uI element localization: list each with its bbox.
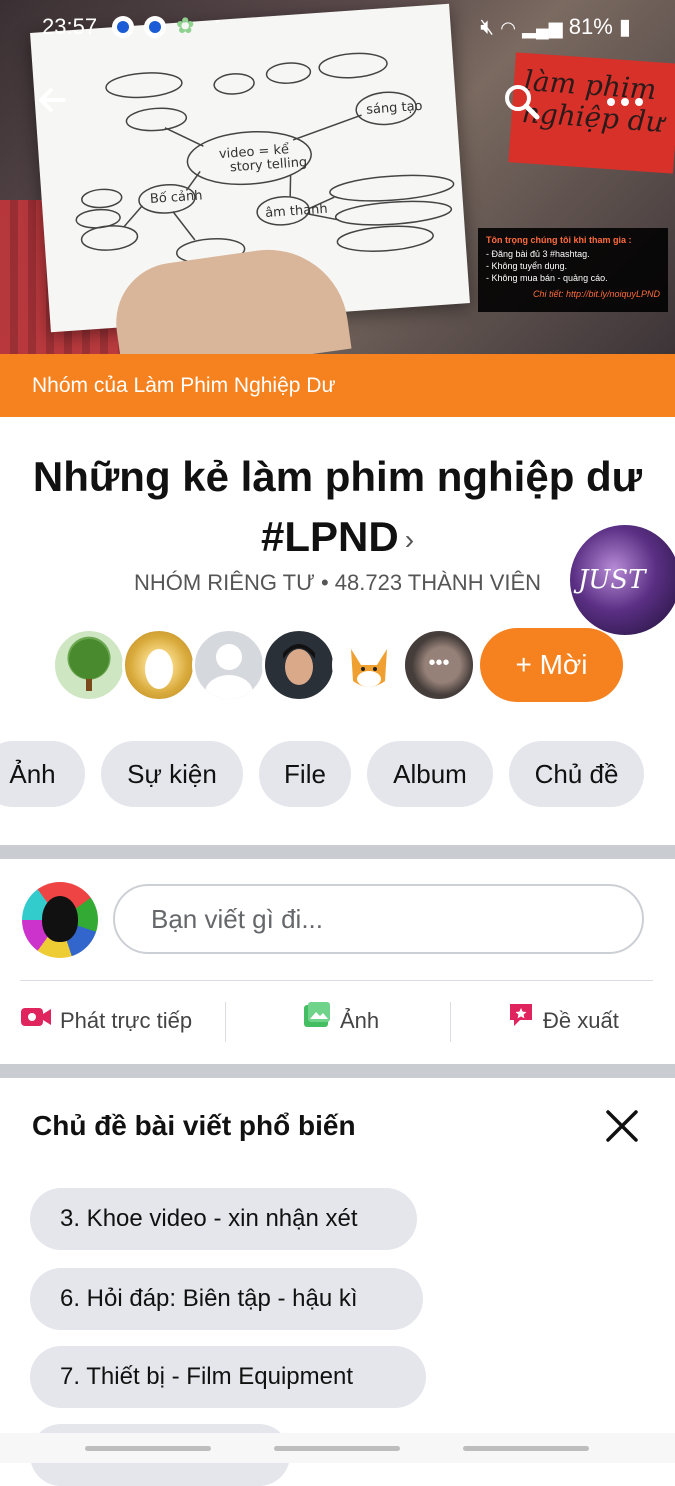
home-button[interactable] xyxy=(274,1446,400,1451)
notification-icon xyxy=(144,16,166,38)
svg-text:âm thanh: âm thanh xyxy=(265,202,328,221)
notice-line: - Không mua bán - quảng cáo. xyxy=(486,273,608,283)
suggest-label: Đề xuất xyxy=(543,1008,619,1033)
more-members-icon: ••• xyxy=(405,631,473,699)
divider xyxy=(450,1002,451,1042)
profile-avatar[interactable]: JUST xyxy=(570,525,675,635)
member-avatar[interactable] xyxy=(332,628,406,702)
back-button[interactable] xyxy=(463,1446,589,1451)
notice-title: Tôn trọng chúng tôi khi tham gia : xyxy=(486,235,632,245)
cover-rules-notice: Tôn trọng chúng tôi khi tham gia : - Đăn… xyxy=(478,228,668,312)
group-banner: Nhóm của Làm Phim Nghiệp Dư xyxy=(0,354,675,417)
tab-files[interactable]: File xyxy=(259,741,351,807)
search-icon[interactable] xyxy=(500,82,544,122)
notification-icon xyxy=(112,16,134,38)
avatar-text: JUST xyxy=(578,565,646,595)
status-right: 🔇︎ ◠ ▂▄▆ 81% ▮ xyxy=(480,14,631,40)
notice-line: - Không tuyển dụng. xyxy=(486,261,568,271)
photo-icon xyxy=(302,999,332,1045)
live-video-button[interactable]: Phát trực tiếp xyxy=(20,998,192,1044)
notice-link: Chi tiết: http://bit.ly/noiquyLPND xyxy=(532,289,660,299)
post-composer-input[interactable]: Bạn viết gì đi... xyxy=(113,884,644,954)
close-icon[interactable] xyxy=(600,1106,644,1150)
system-nav-bar xyxy=(0,1433,675,1463)
group-title-line2: #LPND xyxy=(260,513,399,560)
tab-photos[interactable]: Ảnh xyxy=(0,741,85,807)
back-arrow-icon[interactable] xyxy=(30,82,74,122)
status-bar: 23:57 ✿ · 🔇︎ ◠ ▂▄▆ 81% ▮ xyxy=(0,0,675,54)
group-tabs: Ảnh Sự kiện File Album Chủ đề xyxy=(0,741,675,807)
battery-level: 81% xyxy=(568,14,613,39)
suggest-icon xyxy=(507,999,535,1045)
topics-heading: Chủ đề bài viết phổ biến xyxy=(32,1110,356,1141)
tab-topics[interactable]: Chủ đề xyxy=(509,741,644,807)
group-title[interactable]: Những kẻ làm phim nghiệp dư #LPND › xyxy=(0,447,675,570)
svg-text:sáng tạo: sáng tạo xyxy=(366,99,423,118)
svg-text:Bố cảnh: Bố cảnh xyxy=(149,188,203,207)
gallery-icon: ✿ xyxy=(176,13,195,38)
member-avatar[interactable]: ••• xyxy=(402,628,476,702)
mute-icon: 🔇︎ xyxy=(480,14,495,39)
member-avatar[interactable] xyxy=(262,628,336,702)
tab-albums[interactable]: Album xyxy=(367,741,493,807)
section-divider xyxy=(0,845,675,859)
member-avatar[interactable] xyxy=(122,628,196,702)
battery-icon: ▮ xyxy=(618,14,631,39)
signal-icon: ▂▄▆ xyxy=(522,18,563,38)
topic-chip[interactable]: 6. Hỏi đáp: Biên tập - hậu kì xyxy=(30,1268,423,1330)
notice-line: - Đăng bài đủ 3 #hashtag. xyxy=(486,249,590,259)
invite-button[interactable]: + Mời xyxy=(480,628,623,702)
photo-label: Ảnh xyxy=(340,1008,380,1033)
tab-events[interactable]: Sự kiện xyxy=(101,741,243,807)
status-time: 23:57 xyxy=(42,14,98,39)
live-video-label: Phát trực tiếp xyxy=(60,1008,193,1033)
recents-button[interactable] xyxy=(85,1446,211,1451)
section-divider xyxy=(0,1064,675,1078)
suggest-button[interactable]: Đề xuất xyxy=(507,998,619,1044)
divider xyxy=(225,1002,226,1042)
member-avatar[interactable] xyxy=(192,628,266,702)
chevron-right-icon: › xyxy=(404,523,415,555)
divider xyxy=(20,980,653,981)
topic-chip[interactable]: 7. Thiết bị - Film Equipment xyxy=(30,1346,426,1408)
more-options-icon[interactable] xyxy=(600,82,650,122)
my-avatar[interactable] xyxy=(22,882,98,958)
photo-button[interactable]: Ảnh xyxy=(302,998,379,1044)
video-camera-icon xyxy=(20,999,52,1045)
dot-icon: · xyxy=(214,10,221,32)
group-title-line1: Những kẻ làm phim nghiệp dư xyxy=(32,453,643,500)
member-avatar[interactable] xyxy=(52,628,126,702)
wifi-icon: ◠ xyxy=(500,18,517,38)
topic-chip[interactable]: 3. Khoe video - xin nhận xét xyxy=(30,1188,417,1250)
